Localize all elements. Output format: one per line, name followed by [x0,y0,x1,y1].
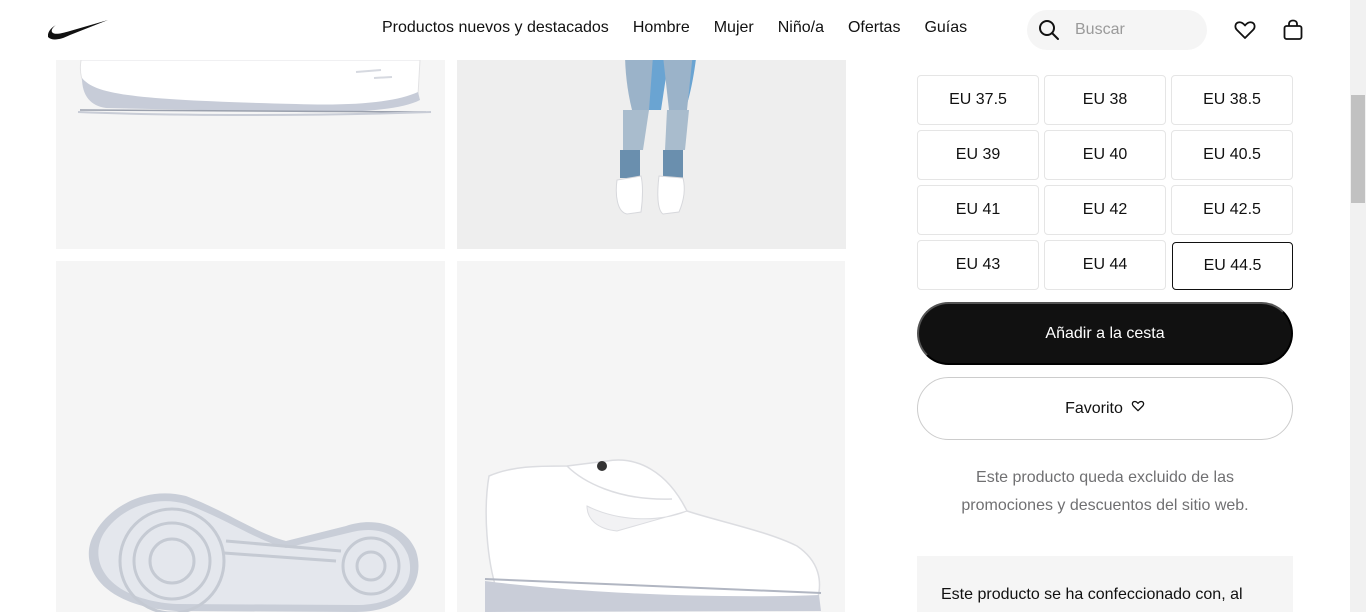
nav-item-new-featured[interactable]: Productos nuevos y destacados [382,0,609,56]
site-header: Productos nuevos y destacados Hombre Muj… [0,0,1350,60]
search-box[interactable] [1027,10,1207,50]
main-nav: Productos nuevos y destacados Hombre Muj… [382,0,967,56]
size-option-eu-39[interactable]: EU 39 [917,130,1039,180]
product-image-shoe-side[interactable] [457,261,845,612]
nav-item-women[interactable]: Mujer [714,0,754,56]
nav-item-guides[interactable]: Guías [924,0,967,56]
size-selector: EU 37.5 EU 38 EU 38.5 EU 39 EU 40 EU 40.… [917,0,1293,292]
size-option-eu-44[interactable]: EU 44 [1044,240,1166,290]
nike-logo[interactable] [47,18,108,42]
sustainability-info: Este producto se ha confeccionado con, a… [917,556,1293,612]
size-option-eu-42-5[interactable]: EU 42.5 [1171,185,1293,235]
size-option-eu-40-5[interactable]: EU 40.5 [1171,130,1293,180]
nav-item-men[interactable]: Hombre [633,0,690,56]
favorite-button[interactable]: Favorito [917,377,1293,440]
size-option-eu-40[interactable]: EU 40 [1044,130,1166,180]
heart-icon[interactable] [1233,18,1257,42]
favorite-label: Favorito [1065,399,1123,417]
size-option-eu-37-5[interactable]: EU 37.5 [917,75,1039,125]
nav-item-kids[interactable]: Niño/a [778,0,824,56]
scrollbar-thumb[interactable] [1351,95,1365,203]
scrollbar-track[interactable] [1350,0,1366,612]
size-option-eu-41[interactable]: EU 41 [917,185,1039,235]
size-option-eu-42[interactable]: EU 42 [1044,185,1166,235]
nav-item-sale[interactable]: Ofertas [848,0,900,56]
promo-exclusion-note: Este producto queda excluido de las prom… [961,469,1249,514]
search-input[interactable] [1075,21,1195,39]
size-option-eu-38[interactable]: EU 38 [1044,75,1166,125]
size-option-eu-44-5-selected[interactable]: EU 44.5 [1172,242,1293,290]
search-icon[interactable] [1029,10,1069,50]
bag-icon[interactable] [1281,18,1305,42]
size-option-eu-43[interactable]: EU 43 [917,240,1039,290]
heart-outline-icon [1131,399,1145,418]
product-image-sole[interactable] [56,261,445,612]
add-to-cart-button[interactable]: Añadir a la cesta [917,302,1293,365]
size-option-eu-38-5[interactable]: EU 38.5 [1171,75,1293,125]
